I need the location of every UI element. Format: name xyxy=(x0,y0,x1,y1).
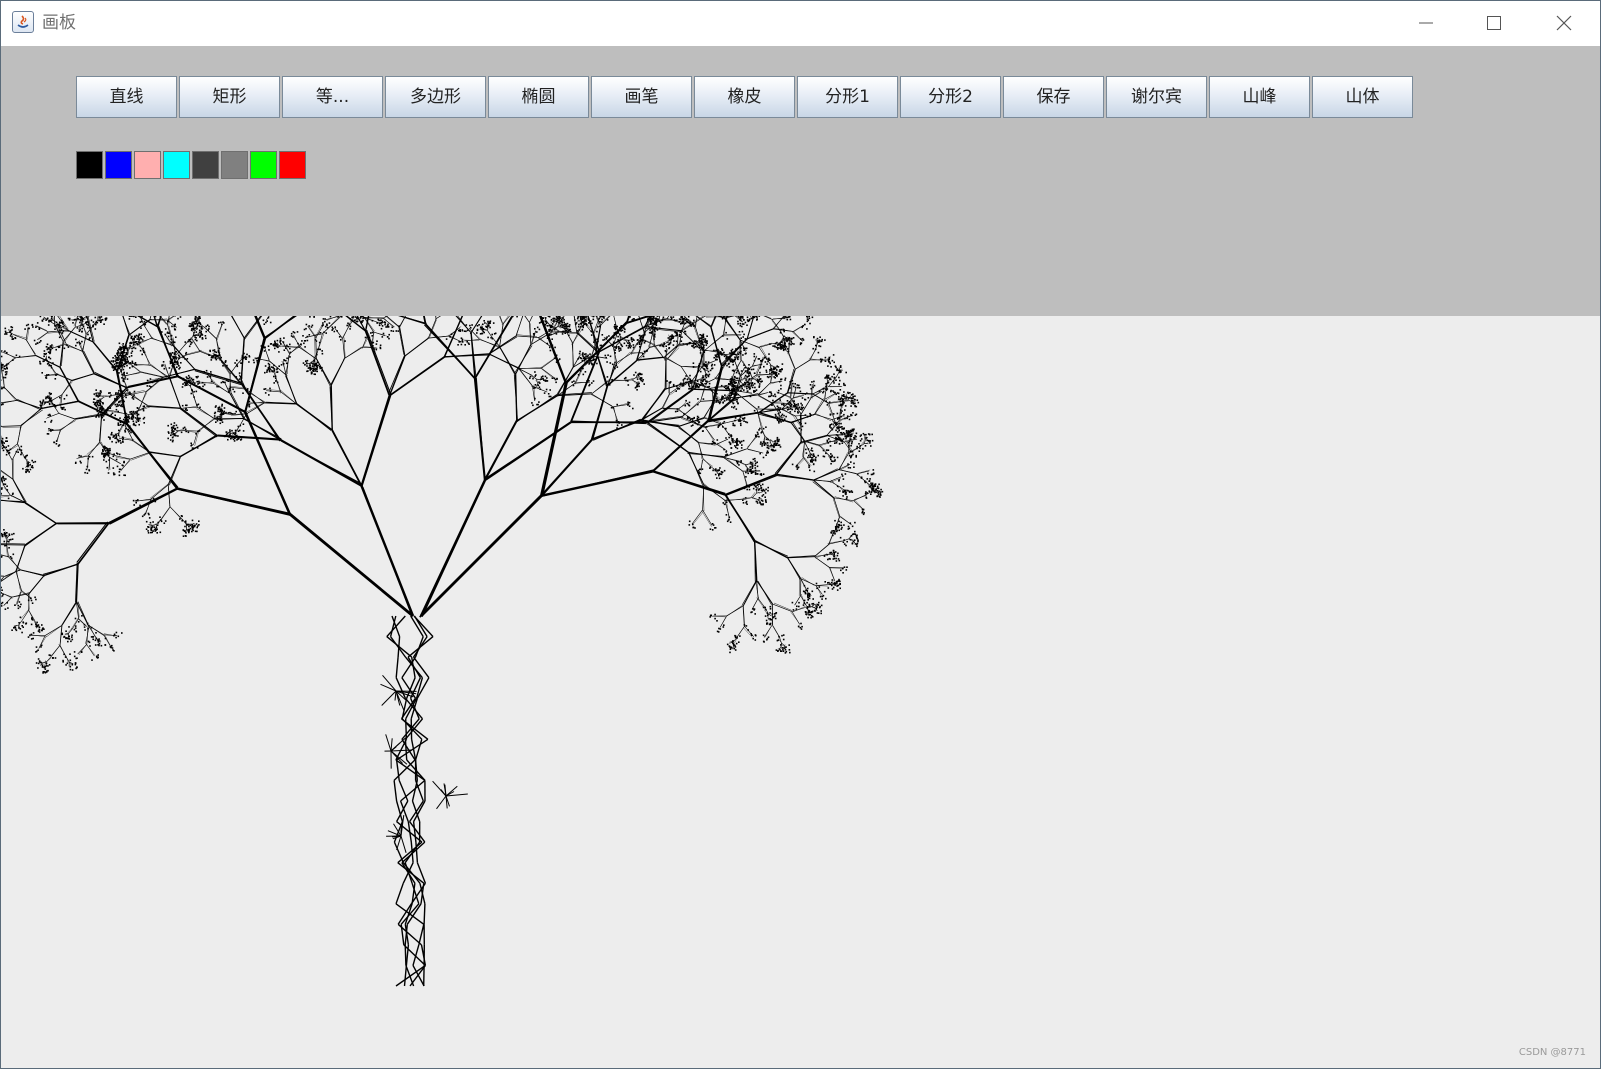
tool-button-ellipse[interactable]: 椭圆 xyxy=(488,76,589,118)
close-icon xyxy=(1556,15,1572,31)
tool-button-brush[interactable]: 画笔 xyxy=(591,76,692,118)
maximize-button[interactable] xyxy=(1461,1,1527,46)
tool-button-rectangle[interactable]: 矩形 xyxy=(179,76,280,118)
color-palette xyxy=(76,151,308,179)
tool-button-save[interactable]: 保存 xyxy=(1003,76,1104,118)
color-swatch-red[interactable] xyxy=(279,151,306,179)
color-swatch-pink[interactable] xyxy=(134,151,161,179)
color-swatch-cyan[interactable] xyxy=(163,151,190,179)
tool-button-peak[interactable]: 山峰 xyxy=(1209,76,1310,118)
color-swatch-green[interactable] xyxy=(250,151,277,179)
color-swatch-gray[interactable] xyxy=(221,151,248,179)
drawing-canvas[interactable] xyxy=(1,316,1600,1068)
minimize-button[interactable] xyxy=(1393,1,1459,46)
tool-button-eraser[interactable]: 橡皮 xyxy=(694,76,795,118)
watermark: CSDN @8771 xyxy=(1518,1047,1586,1058)
close-button[interactable] xyxy=(1531,1,1597,46)
tool-button-mountain[interactable]: 山体 xyxy=(1312,76,1413,118)
tool-button-sierpinski[interactable]: 谢尔宾 xyxy=(1106,76,1207,118)
java-app-icon xyxy=(12,11,34,33)
window-title: 画板 xyxy=(42,13,76,33)
color-swatch-blue[interactable] xyxy=(105,151,132,179)
tool-button-fractal-2[interactable]: 分形2 xyxy=(900,76,1001,118)
maximize-icon xyxy=(1487,16,1501,30)
color-swatch-dark-gray[interactable] xyxy=(192,151,219,179)
app-window: 画板 直线 矩形 等... 多边形 椭圆 画笔 橡皮 分形1 分形2 保存 谢尔… xyxy=(0,0,1601,1069)
minimize-icon xyxy=(1419,22,1433,24)
tool-button-fractal-1[interactable]: 分形1 xyxy=(797,76,898,118)
tool-button-isosceles[interactable]: 等... xyxy=(282,76,383,118)
tool-panel: 直线 矩形 等... 多边形 椭圆 画笔 橡皮 分形1 分形2 保存 谢尔宾 山… xyxy=(1,46,1600,316)
tool-button-line[interactable]: 直线 xyxy=(76,76,177,118)
fractal-tree-branches xyxy=(1,316,884,987)
fractal-tree-drawing xyxy=(1,316,884,987)
title-bar[interactable]: 画板 xyxy=(1,1,1600,46)
tool-button-row: 直线 矩形 等... 多边形 椭圆 画笔 橡皮 分形1 分形2 保存 谢尔宾 山… xyxy=(76,76,1415,118)
color-swatch-black[interactable] xyxy=(76,151,103,179)
tool-button-polygon[interactable]: 多边形 xyxy=(385,76,486,118)
